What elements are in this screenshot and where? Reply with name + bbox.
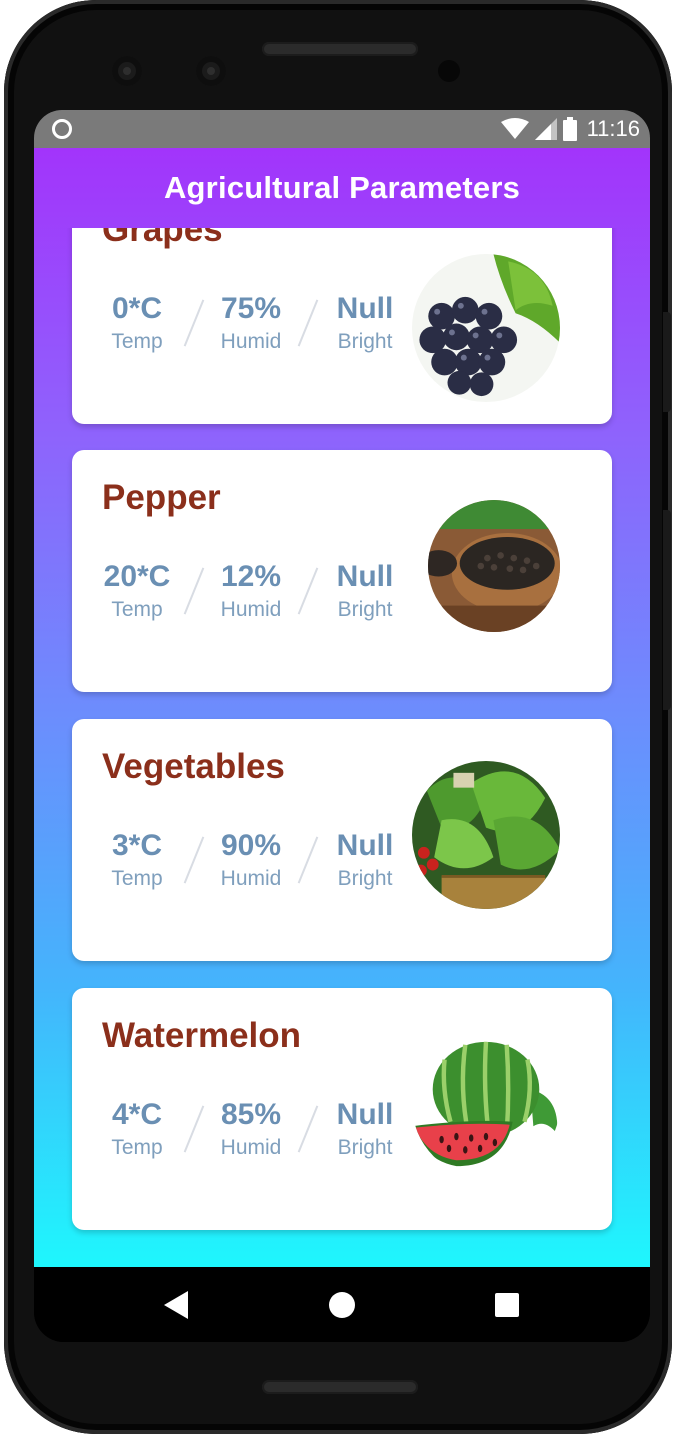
phone-frame: 11:16 Agricultural Parameters Grapes 0*C… bbox=[4, 0, 672, 1434]
crop-name: Vegetables bbox=[102, 747, 285, 786]
humid-stat: 75% Humid bbox=[216, 292, 286, 356]
vegetables-image bbox=[412, 761, 560, 909]
back-button[interactable] bbox=[147, 1275, 207, 1335]
bright-value: Null bbox=[336, 1098, 394, 1131]
humid-value: 85% bbox=[220, 1098, 282, 1131]
temp-value: 0*C bbox=[111, 292, 163, 325]
app-bar: Agricultural Parameters bbox=[34, 148, 650, 228]
front-camera-left bbox=[112, 56, 142, 86]
recents-icon bbox=[495, 1292, 520, 1317]
proximity-sensor bbox=[438, 60, 460, 82]
battery-icon bbox=[562, 117, 577, 141]
crop-card-watermelon[interactable]: Watermelon 4*C Temp 85% Humid Null Brigh… bbox=[72, 988, 612, 1230]
humid-stat: 90% Humid bbox=[216, 829, 286, 893]
pepper-image bbox=[428, 500, 560, 632]
app-title: Agricultural Parameters bbox=[163, 170, 521, 205]
crop-list[interactable]: Grapes 0*C Temp 75% Humid Null Bright Pe… bbox=[34, 228, 650, 1267]
bright-label: Bright bbox=[337, 330, 393, 353]
recents-button[interactable] bbox=[477, 1275, 537, 1335]
signal-icon bbox=[534, 118, 557, 140]
stat-divider bbox=[176, 560, 212, 620]
bright-stat: Null Bright bbox=[330, 829, 400, 893]
humid-stat: 85% Humid bbox=[216, 1098, 286, 1162]
stat-divider bbox=[290, 560, 326, 620]
bright-value: Null bbox=[336, 560, 394, 593]
bright-stat: Null Bright bbox=[330, 560, 400, 624]
stat-divider bbox=[290, 829, 326, 889]
status-time: 11:16 bbox=[586, 116, 640, 141]
bottom-speaker bbox=[262, 1380, 418, 1394]
stat-divider bbox=[290, 292, 326, 352]
temp-label: Temp bbox=[111, 330, 163, 353]
grapes-image bbox=[412, 254, 560, 402]
navigation-bar bbox=[34, 1267, 650, 1342]
app-content: Agricultural Parameters Grapes 0*C Temp … bbox=[34, 148, 650, 1267]
crop-stats: 3*C Temp 90% Humid Null Bright bbox=[102, 829, 400, 893]
crop-stats: 20*C Temp 12% Humid Null Bright bbox=[102, 560, 400, 624]
crop-stats: 0*C Temp 75% Humid Null Bright bbox=[102, 292, 400, 356]
bright-value: Null bbox=[336, 292, 394, 325]
stat-divider bbox=[176, 829, 212, 889]
bright-stat: Null Bright bbox=[330, 1098, 400, 1162]
temp-value: 3*C bbox=[111, 829, 163, 862]
bright-label: Bright bbox=[337, 1136, 393, 1159]
bright-label: Bright bbox=[337, 598, 393, 621]
stat-divider bbox=[290, 1098, 326, 1158]
volume-button bbox=[663, 510, 671, 710]
bright-stat: Null Bright bbox=[330, 292, 400, 356]
humid-label: Humid bbox=[220, 330, 282, 353]
home-icon bbox=[328, 1291, 355, 1318]
crop-card-grapes[interactable]: Grapes 0*C Temp 75% Humid Null Bright bbox=[72, 228, 612, 424]
temp-label: Temp bbox=[111, 598, 163, 621]
bright-value: Null bbox=[336, 829, 394, 862]
humid-value: 90% bbox=[220, 829, 282, 862]
temp-label: Temp bbox=[111, 867, 163, 890]
stat-divider bbox=[176, 1098, 212, 1158]
home-button[interactable] bbox=[312, 1275, 372, 1335]
stat-divider bbox=[176, 292, 212, 352]
crop-name: Grapes bbox=[102, 228, 223, 249]
humid-stat: 12% Humid bbox=[216, 560, 286, 624]
temp-stat: 4*C Temp bbox=[102, 1098, 172, 1162]
front-camera-right bbox=[196, 56, 226, 86]
crop-card-pepper[interactable]: Pepper 20*C Temp 12% Humid Null Bright bbox=[72, 450, 612, 692]
bright-label: Bright bbox=[337, 867, 393, 890]
temp-value: 20*C bbox=[103, 560, 171, 593]
back-icon bbox=[163, 1290, 188, 1319]
wifi-icon bbox=[500, 118, 529, 139]
earpiece-speaker bbox=[262, 42, 418, 56]
screen: 11:16 Agricultural Parameters Grapes 0*C… bbox=[34, 110, 650, 1342]
humid-label: Humid bbox=[220, 598, 282, 621]
watermelon-image bbox=[412, 1030, 560, 1178]
temp-value: 4*C bbox=[111, 1098, 163, 1131]
power-button bbox=[663, 312, 671, 412]
crop-name: Watermelon bbox=[102, 1016, 302, 1055]
crop-stats: 4*C Temp 85% Humid Null Bright bbox=[102, 1098, 400, 1162]
humid-value: 75% bbox=[220, 292, 282, 325]
crop-name: Pepper bbox=[102, 478, 221, 517]
temp-stat: 0*C Temp bbox=[102, 292, 172, 356]
crop-card-vegetables[interactable]: Vegetables 3*C Temp 90% Humid Null Brigh… bbox=[72, 719, 612, 961]
humid-value: 12% bbox=[220, 560, 282, 593]
temp-stat: 3*C Temp bbox=[102, 829, 172, 893]
temp-stat: 20*C Temp bbox=[102, 560, 172, 624]
temp-label: Temp bbox=[111, 1136, 163, 1159]
humid-label: Humid bbox=[220, 1136, 282, 1159]
humid-label: Humid bbox=[220, 867, 282, 890]
notification-ring-icon bbox=[52, 119, 72, 139]
status-bar: 11:16 bbox=[34, 110, 650, 148]
